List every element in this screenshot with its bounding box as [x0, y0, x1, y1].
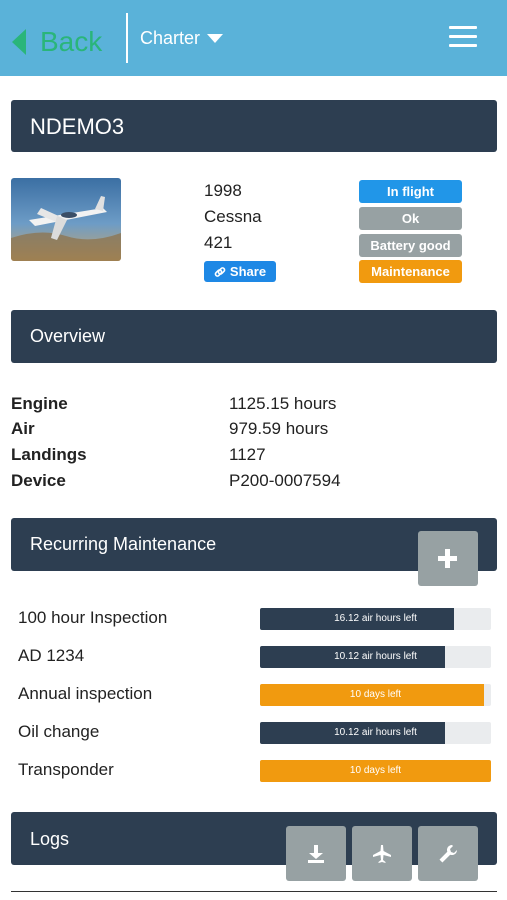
maintenance-item-name[interactable]: 100 hour Inspection	[18, 608, 167, 628]
air-value: 979.59 hours	[229, 419, 329, 438]
maintenance-title: Recurring Maintenance	[30, 534, 217, 554]
aircraft-tail-header: NDEMO3	[11, 100, 497, 152]
maintenance-progress-bar: 10.12 air hours left	[260, 646, 491, 668]
bottom-divider	[11, 891, 497, 892]
hamburger-menu-icon[interactable]	[449, 26, 477, 48]
maintenance-item-name[interactable]: Annual inspection	[18, 684, 152, 704]
airplane-icon	[373, 844, 391, 863]
tail-number: NDEMO3	[30, 114, 125, 139]
maintenance-logs-button[interactable]	[418, 826, 478, 881]
maintenance-progress-bar: 10 days left	[260, 760, 491, 782]
progress-text: 10 days left	[349, 765, 402, 776]
progress-text: 10 days left	[349, 689, 402, 700]
device-value: P200-0007594	[229, 471, 341, 490]
add-maintenance-button[interactable]	[418, 531, 478, 586]
maintenance-item-name[interactable]: Transponder	[18, 760, 114, 780]
download-logs-button[interactable]	[286, 826, 346, 881]
overview-title: Overview	[30, 326, 106, 346]
status-badge-battery: Battery good	[359, 234, 462, 257]
engine-value: 1125.15 hours	[229, 394, 337, 413]
aircraft-make: Cessna	[204, 207, 262, 226]
link-icon	[214, 266, 226, 277]
status-badge-in-flight: In flight	[359, 180, 462, 203]
device-label: Device	[11, 471, 66, 490]
back-label: Back	[40, 26, 103, 57]
aircraft-photo	[11, 178, 121, 261]
share-label: Share	[229, 264, 267, 279]
overview-header: Overview	[11, 310, 497, 363]
air-label: Air	[11, 419, 35, 438]
progress-text: 10.12 air hours left	[334, 727, 417, 738]
maintenance-progress-bar: 10 days left	[260, 684, 491, 706]
status-badge-maintenance: Maintenance	[359, 260, 462, 283]
triangle-left-icon	[12, 29, 26, 55]
status-badge-ok: Ok	[359, 207, 462, 230]
engine-label: Engine	[11, 394, 68, 413]
header-divider	[126, 13, 128, 63]
section-dropdown[interactable]: Charter	[140, 28, 224, 49]
maintenance-item-name[interactable]: AD 1234	[18, 646, 84, 666]
top-bar: Back Charter	[0, 0, 507, 76]
logs-title: Logs	[30, 829, 70, 849]
caret-down-icon	[207, 34, 224, 43]
maintenance-item-name[interactable]: Oil change	[18, 722, 99, 742]
share-button[interactable]: Share	[204, 261, 276, 282]
landings-value: 1127	[229, 445, 266, 464]
download-icon	[308, 844, 324, 863]
wrench-icon	[439, 844, 458, 862]
landings-label: Landings	[11, 445, 87, 464]
maintenance-progress-bar: 10.12 air hours left	[260, 722, 491, 744]
section-dropdown-label: Charter	[140, 28, 201, 48]
progress-text: 16.12 air hours left	[334, 613, 417, 624]
flight-logs-button[interactable]	[352, 826, 412, 881]
aircraft-year: 1998	[204, 181, 242, 200]
progress-text: 10.12 air hours left	[334, 651, 417, 662]
back-button[interactable]: Back	[12, 24, 102, 60]
aircraft-model: 421	[204, 233, 233, 252]
maintenance-progress-bar: 16.12 air hours left	[260, 608, 491, 630]
